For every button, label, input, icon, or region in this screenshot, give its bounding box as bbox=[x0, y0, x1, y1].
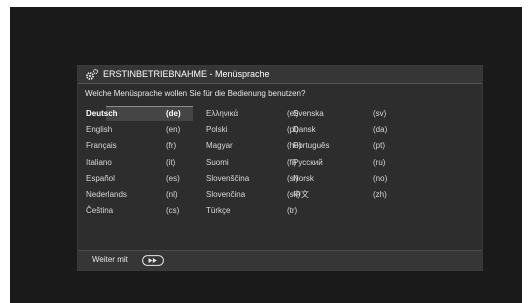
language-option-tr[interactable]: Türkçe (tr) bbox=[206, 203, 309, 218]
language-option-pt[interactable]: Português (pt) bbox=[293, 138, 395, 153]
language-name: Slovenščina bbox=[206, 173, 250, 183]
language-code: (sv) bbox=[373, 109, 387, 118]
language-code: (cs) bbox=[166, 206, 180, 216]
language-option-fr[interactable]: Français (fr) bbox=[86, 138, 188, 153]
language-code: (da) bbox=[373, 125, 388, 135]
language-option-zh[interactable]: 中文 (zh) bbox=[293, 187, 395, 202]
language-name: Ελληνικά bbox=[206, 109, 239, 118]
language-code: (tr) bbox=[287, 206, 298, 216]
language-name: Français bbox=[86, 141, 117, 151]
fast-forward-button-icon[interactable] bbox=[142, 255, 164, 266]
language-name: Magyar bbox=[206, 141, 233, 151]
language-name: Español bbox=[86, 173, 115, 183]
language-option-it[interactable]: Italiano (it) bbox=[86, 155, 188, 170]
language-code: (zh) bbox=[373, 190, 387, 199]
language-name: Dansk bbox=[293, 125, 316, 135]
language-name: Deutsch bbox=[86, 109, 118, 118]
language-name: Türkçe bbox=[206, 206, 231, 216]
language-option-cs[interactable]: Čeština (cs) bbox=[86, 203, 188, 218]
language-name: Русский bbox=[293, 157, 323, 167]
language-name: English bbox=[86, 125, 113, 135]
language-code: (ru) bbox=[373, 157, 386, 167]
language-dialog: ERSTINBETRIEBNAHME - Menüsprache Welche … bbox=[77, 65, 483, 271]
language-code: (fr) bbox=[166, 141, 177, 151]
language-grid: Deutsch (de) English (en) Français (fr) Italia… bbox=[78, 66, 482, 270]
language-name: Polski bbox=[206, 125, 228, 135]
language-code: (de) bbox=[166, 109, 181, 118]
language-option-es[interactable]: Español (es) bbox=[86, 171, 188, 186]
language-name: Norsk bbox=[293, 173, 314, 183]
language-code: (no) bbox=[373, 173, 388, 183]
dialog-footer: Weiter mit bbox=[78, 250, 482, 270]
language-code: (es) bbox=[166, 173, 180, 183]
language-option-en[interactable]: English (en) bbox=[86, 122, 188, 137]
language-option-de[interactable]: Deutsch (de) bbox=[86, 106, 188, 121]
language-code: (en) bbox=[166, 125, 181, 135]
language-code: (nl) bbox=[166, 190, 178, 199]
language-name: Slovenčina bbox=[206, 190, 246, 199]
language-option-no[interactable]: Norsk (no) bbox=[293, 171, 395, 186]
language-code: (pt) bbox=[373, 141, 385, 151]
language-name: Italiano bbox=[86, 157, 112, 167]
language-name: Čeština bbox=[86, 206, 114, 216]
language-name: Nederlands bbox=[86, 190, 127, 199]
language-name: Svenska bbox=[293, 109, 324, 118]
language-name: Português bbox=[293, 141, 330, 151]
footer-label: Weiter mit bbox=[92, 255, 128, 264]
language-option-da[interactable]: Dansk (da) bbox=[293, 122, 395, 137]
tv-screen: ERSTINBETRIEBNAHME - Menüsprache Welche … bbox=[10, 7, 522, 303]
language-name: 中文 bbox=[293, 190, 309, 199]
language-option-sv[interactable]: Svenska (sv) bbox=[293, 106, 395, 121]
language-option-nl[interactable]: Nederlands (nl) bbox=[86, 187, 188, 202]
language-option-ru[interactable]: Русский (ru) bbox=[293, 155, 395, 170]
language-code: (it) bbox=[166, 157, 176, 167]
language-name: Suomi bbox=[206, 157, 229, 167]
